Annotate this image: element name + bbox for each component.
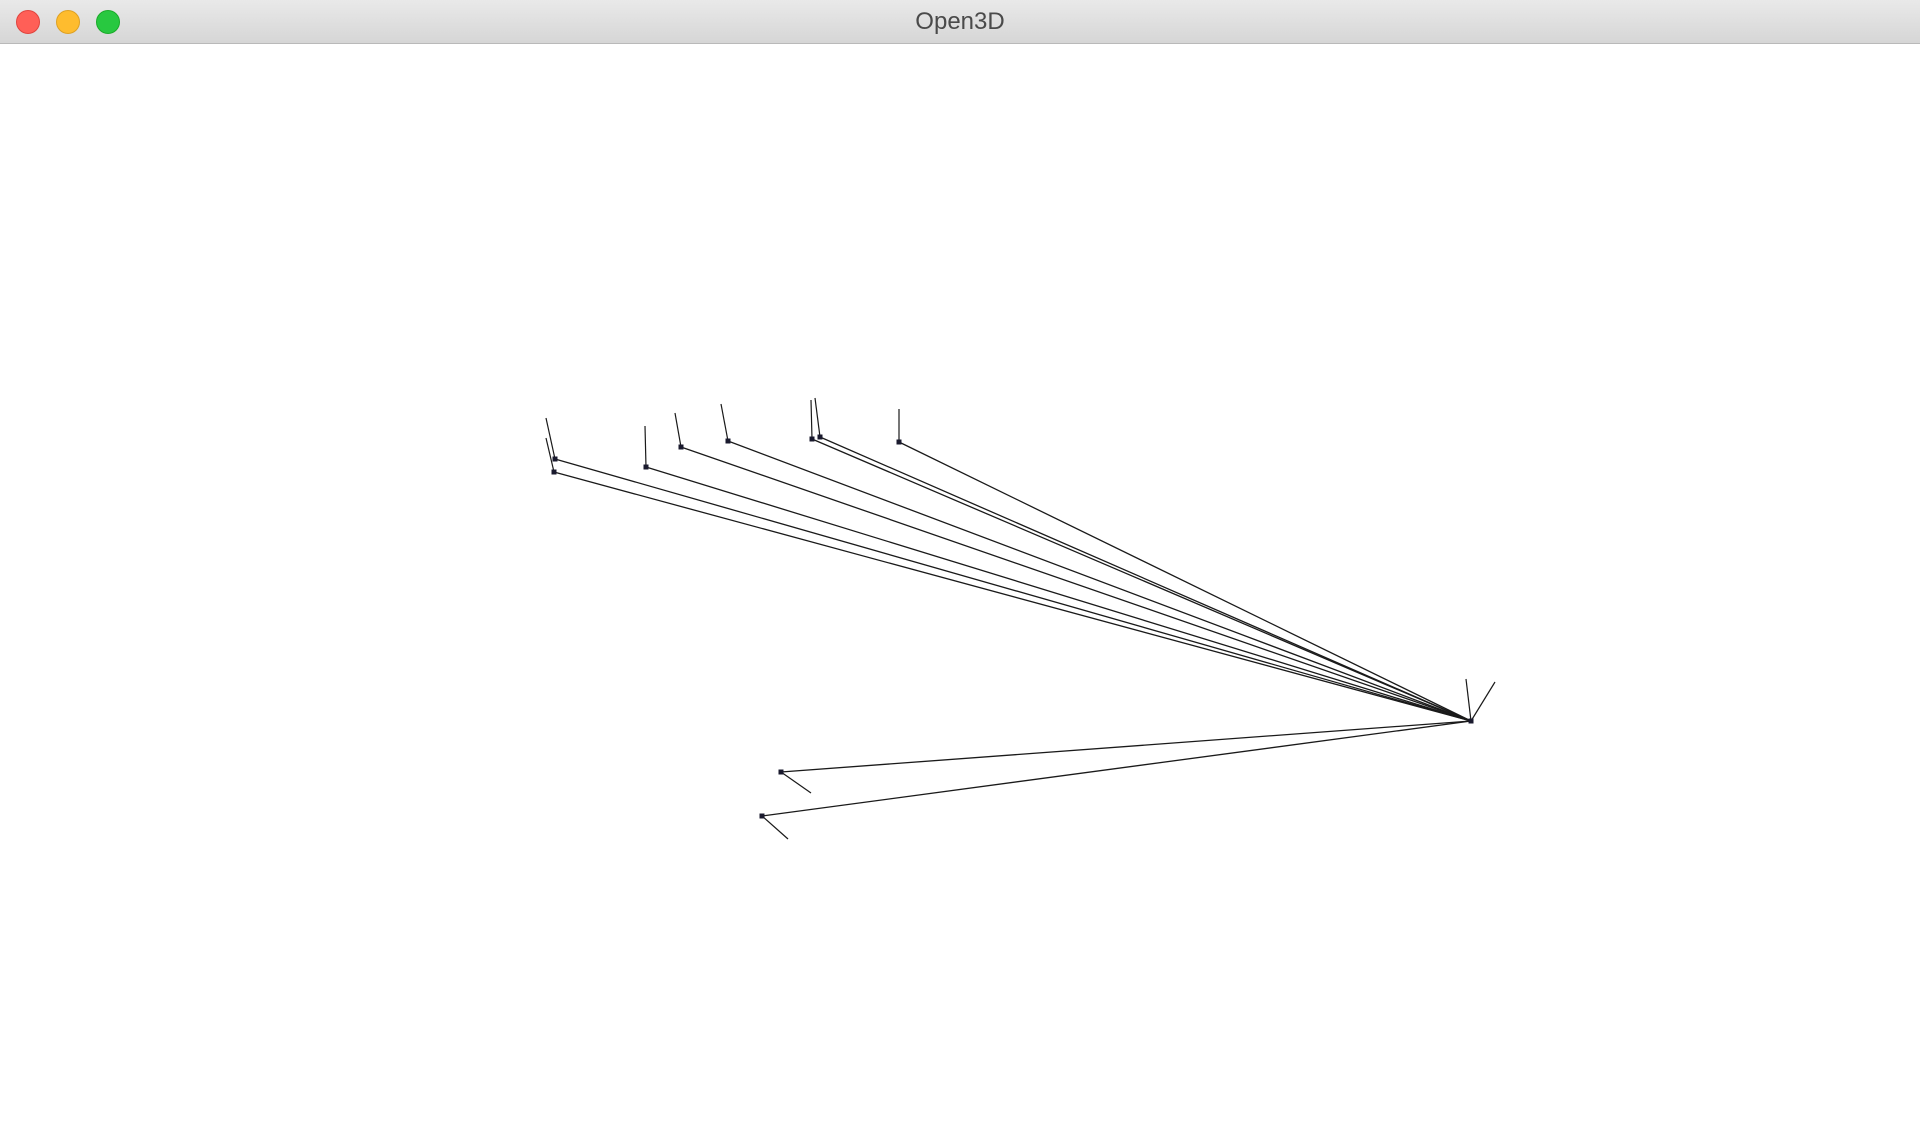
endpoint-node-7 [896,439,902,445]
hub-axis-0 [1465,678,1472,722]
endpoint-node-9 [759,813,765,819]
edge-line-5 [811,438,1472,722]
endpoint-node-2 [643,464,649,470]
edge-line-9 [761,720,1472,817]
endpoint-node-5 [809,436,815,442]
endpoint-axis-8 [780,771,812,794]
title-bar[interactable]: Open3D [0,0,1920,44]
endpoint-node-1 [551,469,557,475]
hub-axis-1 [1470,681,1496,722]
edge-line-8 [780,720,1472,773]
endpoint-node-6 [817,434,823,440]
endpoint-node-8 [778,769,784,775]
edge-line-6 [819,436,1472,722]
lineset-canvas[interactable] [0,44,1920,1124]
endpoint-axis-0 [545,417,556,460]
endpoint-node-0 [552,456,558,462]
endpoint-node-4 [725,438,731,444]
endpoint-axis-6 [814,397,821,438]
endpoint-axis-3 [674,412,682,448]
app-window: Open3D [0,0,1920,1124]
edge-line-4 [727,440,1472,722]
edge-line-2 [645,466,1472,722]
endpoint-axis-2 [644,425,647,468]
endpoint-axis-4 [720,403,729,442]
edge-line-1 [553,471,1472,722]
endpoint-node-3 [678,444,684,450]
window-title: Open3D [915,8,1005,35]
edge-line-3 [680,446,1472,722]
hub-node [1468,718,1474,724]
endpoint-axis-1 [545,437,555,473]
endpoint-axis-5 [810,399,813,440]
3d-viewport[interactable] [0,44,1920,1124]
endpoint-axis-9 [761,815,789,840]
